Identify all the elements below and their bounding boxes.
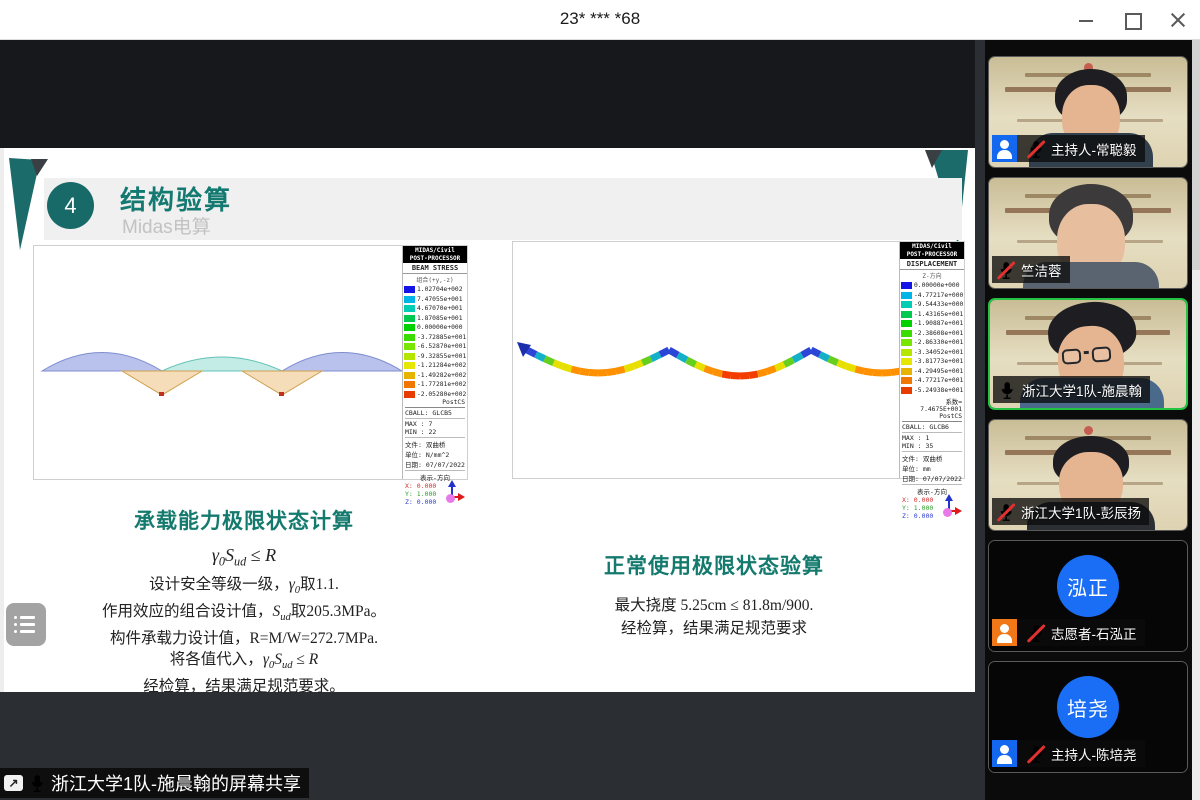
mic-live-icon xyxy=(997,380,1017,400)
mic-live-icon xyxy=(27,773,47,793)
screen-share-indicator: ↗ 浙江大学1队-施晨翰的屏幕共享 xyxy=(0,768,309,798)
mic-muted-icon xyxy=(996,260,1016,280)
avatar: 培尧 xyxy=(1057,676,1119,738)
uls-title: 承载能力极限状态计算 xyxy=(44,505,444,535)
mic-muted-icon xyxy=(1026,744,1046,764)
mic-muted-icon xyxy=(1026,623,1046,643)
close-icon[interactable] xyxy=(1170,12,1186,28)
participants-sidebar: 主持人-常聪毅 竺洁蓉 xyxy=(985,40,1200,800)
midas-app-name: MIDAS/Civil xyxy=(403,247,467,255)
uls-text-block: 承载能力极限状态计算 γ0Sud ≤ R 设计安全等级一级，γ0取1.1. 作用… xyxy=(44,505,444,697)
sls-text-block: 正常使用极限状态验算 最大挠度 5.25cm ≤ 81.8m/900. 经检算，… xyxy=(474,550,954,640)
participant-tile[interactable]: 竺洁蓉 xyxy=(988,177,1188,289)
midas-legend-right: MIDAS/CivilPOST-PROCESSOR DISPLACEMENT Z… xyxy=(899,242,964,478)
share-bar-text: 浙江大学1队-施晨翰的屏幕共享 xyxy=(51,770,301,796)
role-badge xyxy=(992,619,1017,646)
sls-title: 正常使用极限状态验算 xyxy=(474,550,954,580)
slide-subtitle: Midas电算 xyxy=(122,212,211,239)
minimize-icon[interactable] xyxy=(1078,12,1094,28)
screen-share-icon: ↗ xyxy=(4,775,23,791)
maximize-icon[interactable] xyxy=(1124,12,1140,28)
role-badge xyxy=(992,740,1017,767)
participant-tile-active-speaker[interactable]: 浙江大学1队-施晨翰 xyxy=(988,298,1188,410)
mic-muted-icon xyxy=(1026,139,1046,159)
sidebar-scrollbar[interactable] xyxy=(1192,40,1200,800)
color-scale: 0.00000e+000-4.77217e+000-9.54433e+000-1… xyxy=(900,281,964,395)
midas-beam-stress-figure: MIDAS/CivilPOST-PROCESSOR BEAM STRESS 组合… xyxy=(33,245,468,480)
participant-namebar: 主持人-常聪毅 xyxy=(992,135,1145,162)
avatar: 泓正 xyxy=(1057,555,1119,617)
chapter-list-button[interactable] xyxy=(6,603,46,646)
participant-tile[interactable]: 培尧 主持人-陈培尧 xyxy=(988,661,1188,773)
mic-muted-icon xyxy=(996,502,1016,522)
participant-namebar: 志愿者-石泓正 xyxy=(992,619,1145,646)
role-badge xyxy=(992,135,1017,162)
result-type: DISPLACEMENT xyxy=(900,259,964,270)
axis-triad-icon xyxy=(441,478,465,506)
slide-letterbox-top xyxy=(0,40,975,148)
participant-tile[interactable]: 主持人-常聪毅 xyxy=(988,56,1188,168)
presentation-slide: 4 结构验算 Midas电算 MIDAS/CivilPOST-PROCESSOR xyxy=(0,148,975,692)
result-type: BEAM STRESS xyxy=(403,263,467,274)
window-titlebar: 23* *** *68 xyxy=(0,0,1200,40)
midas-legend-left: MIDAS/CivilPOST-PROCESSOR BEAM STRESS 组合… xyxy=(402,246,467,479)
participant-namebar: 浙江大学1队-施晨翰 xyxy=(993,376,1150,403)
participant-tile[interactable]: 浙江大学1队-彭辰扬 xyxy=(988,419,1188,531)
participant-tile[interactable]: 泓正 志愿者-石泓正 xyxy=(988,540,1188,652)
color-scale: 1.02704e+0027.47055e+0014.67070e+0011.87… xyxy=(403,285,467,399)
midas-displacement-figure: MIDAS/CivilPOST-PROCESSOR DISPLACEMENT Z… xyxy=(512,241,965,479)
participant-namebar: 主持人-陈培尧 xyxy=(992,740,1145,767)
scrollbar-thumb[interactable] xyxy=(1192,40,1200,270)
participant-namebar: 浙江大学1队-彭辰扬 xyxy=(992,498,1149,525)
section-number-badge: 4 xyxy=(47,182,94,229)
axis-triad-icon xyxy=(938,492,962,520)
window-title: 23* *** *68 xyxy=(0,9,1200,29)
screen-share-stage: 4 结构验算 Midas电算 MIDAS/CivilPOST-PROCESSOR xyxy=(0,40,985,800)
participant-namebar: 竺洁蓉 xyxy=(992,256,1070,283)
